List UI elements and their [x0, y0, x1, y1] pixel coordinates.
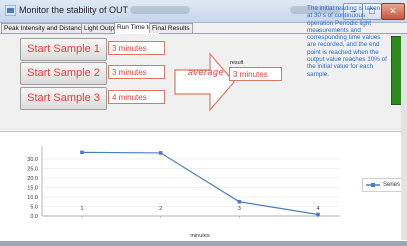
tab-final-results[interactable]: Final Results [149, 23, 193, 33]
legend-series-marker [366, 183, 380, 187]
y-tick-label: 20.0 [27, 176, 38, 182]
window-title: Monitor the stability of OUT [19, 5, 129, 15]
x-tick-label: 4 [316, 206, 319, 212]
start-sample-3-button[interactable]: Start Sample 3 [20, 87, 107, 110]
data-point [158, 151, 163, 155]
x-tick-label: 2 [159, 206, 162, 212]
chart-legend: Series 1 [362, 178, 406, 192]
app-icon [5, 5, 16, 16]
x-axis-label: minutes [190, 233, 210, 239]
start-sample-2-button[interactable]: Start Sample 2 [20, 62, 107, 85]
chart-area: 0.0 5.0 10.0 15.0 20.0 25.0 30.0 1 2 3 4 minutes [0, 131, 407, 241]
vertical-scrollbar[interactable] [401, 34, 407, 240]
series-line [81, 151, 319, 216]
x-tick-label: 1 [80, 206, 83, 212]
tab-peak-intensity[interactable]: Peak Intensity and Distance [1, 23, 88, 33]
sample-3-time-field[interactable]: 4 minutes [108, 90, 165, 104]
y-tick-label: 15.0 [27, 186, 38, 192]
sample-2-time-field[interactable]: 3 minutes [108, 65, 165, 79]
y-tick-label: 30.0 [27, 157, 38, 163]
app-window: Monitor the stability of OUT – □ ✕ Peak … [0, 0, 407, 241]
info-text: The initial reading is taken at 30 s of … [307, 5, 387, 78]
data-point [80, 150, 84, 155]
y-tick-label: 10.0 [27, 195, 38, 201]
sample-1-time-field[interactable]: 3 minutes [108, 41, 165, 55]
y-tick-label: 0.0 [30, 214, 38, 220]
average-arrow-icon [174, 52, 235, 112]
run-time-chart: 0.0 5.0 10.0 15.0 20.0 25.0 30.0 1 2 3 4 minutes [27, 146, 340, 239]
data-point [316, 212, 320, 217]
data-point [237, 199, 242, 204]
result-field: 3 minutes [229, 67, 282, 81]
x-tick-label: 3 [238, 206, 241, 212]
y-tick-label: 25.0 [27, 167, 38, 173]
start-sample-1-button[interactable]: Start Sample 1 [20, 38, 107, 61]
y-tick-label: 5.0 [30, 205, 38, 211]
result-label: result [230, 60, 244, 66]
average-label: average [187, 67, 225, 77]
title-blur [130, 6, 190, 14]
